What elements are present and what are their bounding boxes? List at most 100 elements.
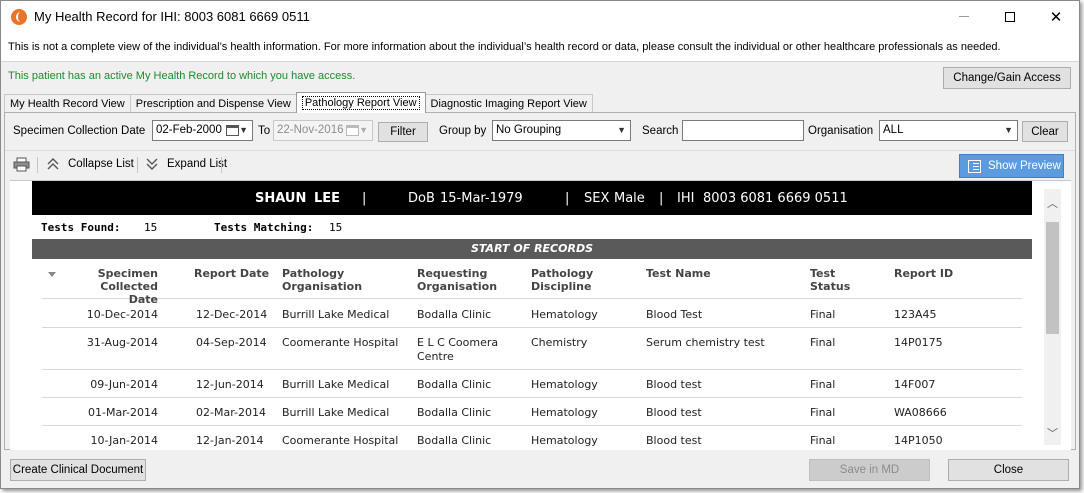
collapse-list-button[interactable]: Collapse List [47, 158, 134, 170]
window-controls: ✕ [941, 1, 1079, 32]
pathology-org: Coomerante Hospital [282, 336, 399, 349]
patient-banner: SHAUN LEE | DoB 15-Mar-1979 | SEX Male |… [32, 181, 1032, 215]
test-status: Final [810, 308, 836, 321]
printer-icon [13, 157, 30, 172]
maximize-button[interactable] [987, 1, 1033, 32]
group-by-select[interactable]: No Grouping ▼ [492, 120, 631, 141]
show-preview-button[interactable]: Show Preview [959, 154, 1064, 178]
expand-list-button[interactable]: Expand List [146, 158, 227, 170]
pathology-org: Burrill Lake Medical [282, 406, 390, 419]
to-label: To [258, 125, 271, 137]
report-id: 123A45 [894, 308, 937, 321]
patient-ihi: 8003 6081 6669 0511 [703, 191, 848, 206]
to-date-value: 22-Nov-2016 [277, 124, 344, 136]
tab-diagnostic-imaging-view[interactable]: Diagnostic Imaging Report View [424, 94, 593, 113]
table-header: Specimen Collected Date Report Date Path… [42, 267, 1022, 306]
chevron-down-icon[interactable]: ▼ [239, 125, 248, 135]
tests-found-value: 15 [144, 221, 158, 234]
chevron-down-icon: ▼ [359, 125, 368, 135]
clear-button[interactable]: Clear [1022, 121, 1068, 142]
minimize-button[interactable] [941, 1, 987, 32]
save-in-md-button: Save in MD [809, 459, 930, 481]
pathology-report-list: SHAUN LEE | DoB 15-Mar-1979 | SEX Male |… [10, 180, 1071, 450]
col-pathology-discipline[interactable]: Pathology Discipline [531, 267, 593, 293]
collapse-chevrons-icon [47, 158, 59, 170]
banner-separator: | [362, 191, 367, 206]
collected-date: 01-Mar-2014 [88, 406, 158, 419]
ihi-label: IHI [677, 191, 695, 206]
tab-prescription-dispense-view[interactable]: Prescription and Dispense View [129, 94, 297, 113]
col-label: Organisation [417, 280, 498, 293]
report-scrollbar[interactable]: ︿ ﹀ [1044, 189, 1061, 445]
close-button[interactable]: Close [948, 459, 1069, 481]
collapse-list-label: Collapse List [68, 158, 134, 170]
requesting-org: Bodalla Clinic [417, 378, 492, 391]
test-status: Final [810, 378, 836, 391]
close-window-button[interactable]: ✕ [1033, 1, 1079, 32]
report-date: 02-Mar-2014 [196, 406, 266, 419]
start-of-records-bar: START OF RECORDS [32, 239, 1032, 259]
chevron-down-icon[interactable]: ▼ [1004, 125, 1013, 135]
report-date: 12-Jun-2014 [196, 378, 264, 391]
col-label: Pathology [531, 267, 594, 280]
test-name: Serum chemistry test [646, 336, 765, 349]
app-logo-icon [11, 8, 27, 25]
sort-descending-icon[interactable] [48, 272, 56, 277]
from-date-picker[interactable]: 02-Feb-2000 ▼ [152, 120, 253, 141]
chevron-down-icon[interactable]: ▼ [617, 125, 626, 135]
expand-list-label: Expand List [167, 158, 228, 170]
tests-found-label: Tests Found: [41, 221, 121, 234]
report-id: 14P0175 [894, 336, 943, 349]
tab-label: My Health Record View [10, 98, 125, 110]
table-row[interactable]: 10-Dec-2014 12-Dec-2014 Burrill Lake Med… [42, 300, 1022, 328]
change-gain-access-button[interactable]: Change/Gain Access [943, 67, 1071, 89]
scroll-up-icon[interactable]: ︿ [1047, 195, 1058, 211]
table-row[interactable]: 09-Jun-2014 12-Jun-2014 Burrill Lake Med… [42, 370, 1022, 398]
window-title: My Health Record for IHI: 8003 6081 6669… [34, 9, 310, 24]
test-status: Final [810, 434, 836, 447]
tab-my-health-record-view[interactable]: My Health Record View [4, 94, 131, 113]
col-report-date[interactable]: Report Date [194, 267, 269, 280]
organisation-value: ALL [883, 124, 904, 136]
table-row[interactable]: 31-Aug-2014 04-Sep-2014 Coomerante Hospi… [42, 328, 1022, 370]
search-label: Search [642, 125, 679, 137]
filter-button[interactable]: Filter [378, 122, 428, 142]
pathology-org: Burrill Lake Medical [282, 308, 390, 321]
disclaimer-notice: This is not a complete view of the indiv… [1, 32, 1079, 62]
col-label: Pathology [282, 267, 345, 280]
discipline: Hematology [531, 406, 598, 419]
col-label: Organisation [282, 280, 363, 293]
group-by-label: Group by [439, 125, 487, 137]
table-row[interactable]: 10-Jan-2014 12-Jan-2014 Coomerante Hospi… [42, 426, 1022, 450]
col-test-name[interactable]: Test Name [646, 267, 711, 280]
table-row[interactable]: 01-Mar-2014 02-Mar-2014 Burrill Lake Med… [42, 398, 1022, 426]
test-name: Blood Test [646, 308, 703, 321]
filter-bar: Specimen Collection Date 02-Feb-2000 ▼ T… [5, 113, 1075, 149]
organisation-select[interactable]: ALL ▼ [879, 120, 1018, 141]
calendar-icon [346, 125, 359, 136]
discipline: Hematology [531, 308, 598, 321]
list-toolbar: Collapse List Expand List [5, 150, 1075, 178]
col-requesting-org[interactable]: Requesting Organisation [417, 267, 497, 293]
report-id: 14F007 [894, 378, 936, 391]
tab-pathology-report-view[interactable]: Pathology Report View [295, 92, 426, 113]
patient-dob: 15-Mar-1979 [440, 191, 523, 206]
search-input[interactable] [682, 120, 804, 141]
col-test-status[interactable]: Test Status [810, 267, 850, 293]
col-label: Discipline [531, 280, 592, 293]
tab-label: Diagnostic Imaging Report View [430, 98, 587, 110]
patient-sex: Male [614, 191, 645, 206]
col-pathology-org[interactable]: Pathology Organisation [282, 267, 362, 293]
banner-separator: | [659, 191, 664, 206]
calendar-icon[interactable] [226, 125, 239, 136]
scrollbar-thumb[interactable] [1046, 222, 1059, 334]
dialog-footer: Create Clinical Document Save in MD Clos… [1, 453, 1079, 488]
create-clinical-document-button[interactable]: Create Clinical Document [10, 459, 146, 481]
scroll-down-icon[interactable]: ﹀ [1047, 425, 1058, 441]
col-label: Status [810, 280, 851, 293]
tab-label: Prescription and Dispense View [135, 98, 291, 110]
col-report-id[interactable]: Report ID [894, 267, 953, 280]
requesting-org: Bodalla Clinic [417, 308, 492, 321]
toolbar-divider [37, 157, 38, 173]
print-button[interactable] [13, 157, 30, 172]
